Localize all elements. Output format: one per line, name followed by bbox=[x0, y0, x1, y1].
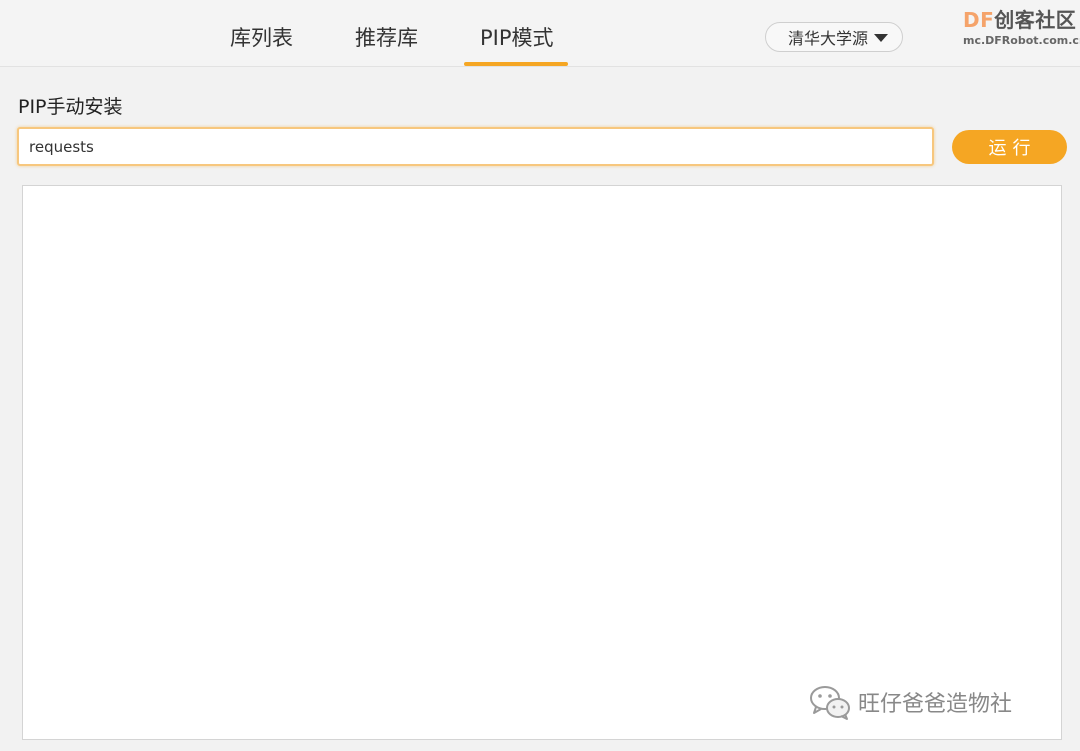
tab-recommended-libraries[interactable]: 推荐库 bbox=[355, 22, 418, 52]
top-tab-bar: 库列表 推荐库 PIP模式 清华大学源 DF创客社区 mc.DFRobot.co… bbox=[0, 0, 1080, 67]
app-window: 库列表 推荐库 PIP模式 清华大学源 DF创客社区 mc.DFRobot.co… bbox=[0, 0, 1080, 751]
watermark-text: 旺仔爸爸造物社 bbox=[858, 692, 1013, 717]
mirror-source-value: 清华大学源 bbox=[788, 29, 869, 48]
logo-site: mc.DFRobot.com.cn bbox=[963, 34, 1080, 47]
run-button[interactable]: 运行 bbox=[952, 130, 1067, 164]
tab-library-list[interactable]: 库列表 bbox=[230, 22, 293, 52]
section-title: PIP手动安装 bbox=[18, 96, 123, 118]
caret-down-icon bbox=[874, 34, 888, 42]
logo-name: 创客社区 bbox=[994, 8, 1077, 32]
active-tab-indicator bbox=[464, 62, 568, 66]
output-console bbox=[22, 185, 1062, 740]
pip-command-input[interactable] bbox=[17, 127, 934, 166]
wechat-icon bbox=[810, 686, 850, 720]
logo-title: DF创客社区 bbox=[963, 4, 1077, 33]
wechat-watermark: 旺仔爸爸造物社 bbox=[808, 682, 1012, 722]
tab-pip-mode[interactable]: PIP模式 bbox=[480, 22, 554, 52]
mirror-source-select[interactable]: 清华大学源 bbox=[765, 22, 903, 52]
logo-prefix: DF bbox=[963, 8, 995, 32]
dfrobot-logo: DF创客社区 mc.DFRobot.com.cn bbox=[963, 4, 1080, 47]
